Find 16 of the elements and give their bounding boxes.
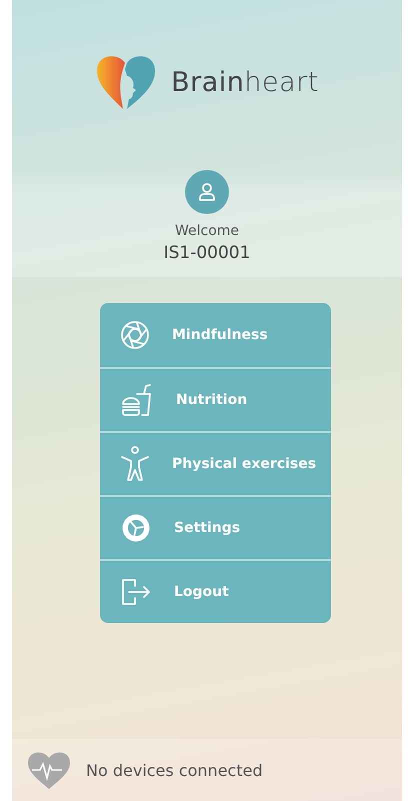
menu-item[interactable]: Settings bbox=[100, 495, 331, 559]
menu-item[interactable]: Physical exercises bbox=[100, 431, 331, 495]
aperture-icon bbox=[120, 320, 150, 350]
logout-icon bbox=[120, 577, 152, 607]
user-id: IS1-00001 bbox=[164, 243, 250, 263]
menu-item[interactable]: Logout bbox=[100, 559, 331, 623]
gear-icon bbox=[120, 512, 152, 544]
heart-pulse-icon bbox=[26, 750, 72, 790]
person-icon bbox=[120, 446, 150, 482]
menu-item[interactable]: Mindfulness bbox=[100, 303, 331, 367]
device-status-text: No devices connected bbox=[86, 760, 263, 780]
menu-item[interactable]: Nutrition bbox=[100, 367, 331, 431]
app-logo-text: Brainheart bbox=[171, 66, 319, 98]
burger-drink-icon bbox=[120, 383, 154, 417]
welcome-text: Welcome bbox=[174, 223, 240, 239]
user-icon bbox=[197, 182, 217, 202]
